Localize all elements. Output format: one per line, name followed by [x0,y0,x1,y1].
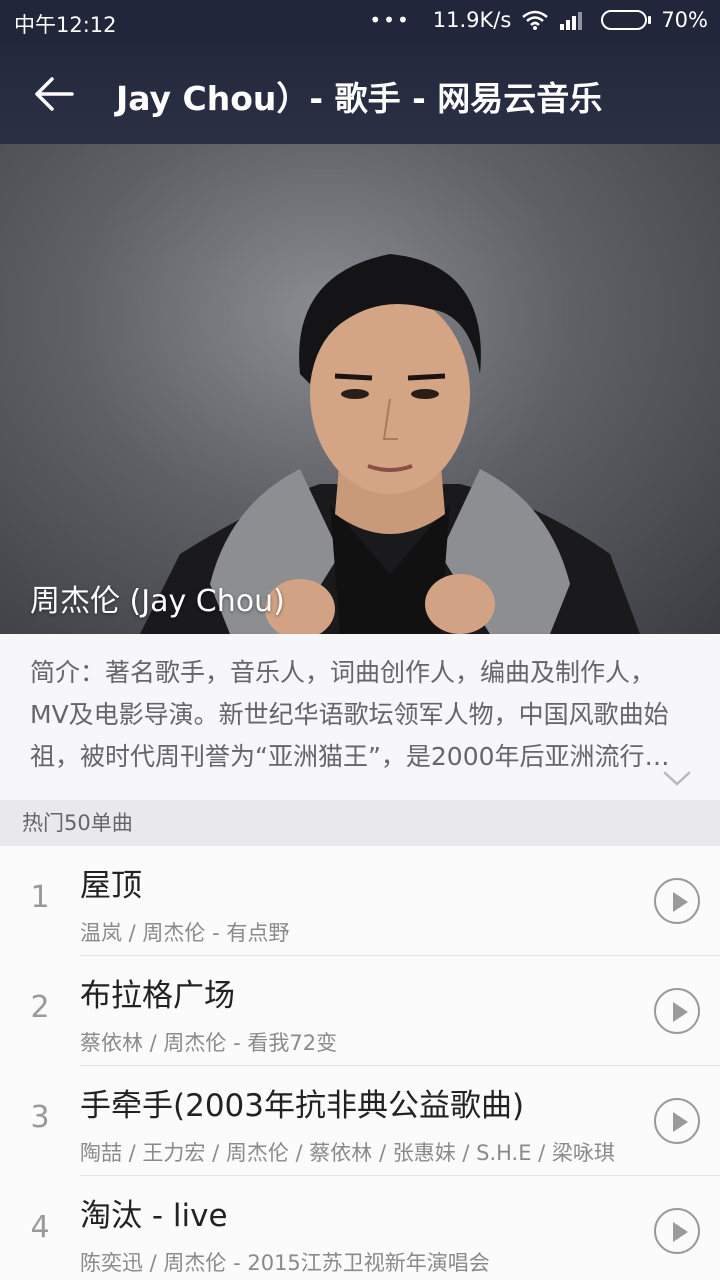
chevron-down-icon[interactable] [662,768,692,788]
song-list: 1 屋顶 温岚 / 周杰伦 - 有点野 2 布拉格广场 蔡依林 / 周杰伦 - … [0,846,720,1280]
status-right: ••• 11.9K/s 70% [369,8,708,32]
song-meta: 蔡依林 / 周杰伦 - 看我72变 [80,1031,338,1055]
song-index: 3 [30,1100,50,1135]
song-info: 布拉格广场 蔡依林 / 周杰伦 - 看我72变 [80,970,720,1066]
network-speed: 11.9K/s [432,8,512,32]
intro-text: 简介：著名歌手，音乐人，词曲创作人，编曲及制作人，MV及电影导演。新世纪华语歌坛… [30,658,670,771]
notification-dots: ••• [369,8,411,32]
song-title: 手牵手(2003年抗非典公益歌曲) [80,1088,525,1124]
battery-percent: 70% [661,8,708,32]
song-index: 2 [30,990,50,1025]
song-meta: 陶喆 / 王力宏 / 周杰伦 / 蔡依林 / 张惠妹 / S.H.E / 梁咏琪 [80,1141,615,1165]
play-circle-icon[interactable] [654,878,700,924]
artist-hero: 周杰伦 (Jay Chou) [0,144,720,634]
song-title: 淘汰 - live [80,1198,228,1234]
song-info: 手牵手(2003年抗非典公益歌曲) 陶喆 / 王力宏 / 周杰伦 / 蔡依林 /… [80,1080,720,1176]
song-info: 淘汰 - live 陈奕迅 / 周杰伦 - 2015江苏卫视新年演唱会 [80,1190,620,1280]
play-circle-icon[interactable] [654,1098,700,1144]
arrow-left-icon[interactable] [30,70,78,118]
wifi-icon [522,10,549,30]
hot-songs-header: 热门50单曲 [0,800,720,846]
song-index: 4 [30,1210,50,1245]
song-item[interactable]: 3 手牵手(2003年抗非典公益歌曲) 陶喆 / 王力宏 / 周杰伦 / 蔡依林… [0,1066,720,1176]
song-meta: 温岚 / 周杰伦 - 有点野 [80,921,290,945]
song-index: 1 [30,880,50,915]
song-item[interactable]: 1 屋顶 温岚 / 周杰伦 - 有点野 [0,846,720,956]
song-title: 布拉格广场 [80,978,235,1014]
play-circle-icon[interactable] [654,988,700,1034]
app-bar: Jay Chou）- 歌手 - 网易云音乐 [0,42,720,144]
artist-name: 周杰伦 (Jay Chou) [30,584,285,619]
song-title: 屋顶 [80,868,142,904]
song-info: 屋顶 温岚 / 周杰伦 - 有点野 [80,860,720,956]
song-item[interactable]: 4 淘汰 - live 陈奕迅 / 周杰伦 - 2015江苏卫视新年演唱会 [0,1176,720,1280]
status-bar: 中午12:12 ••• 11.9K/s 70% [0,0,720,42]
signal-icon [560,12,583,30]
battery-icon [601,10,652,30]
status-time: 中午12:12 [14,13,117,37]
artist-intro[interactable]: 简介：著名歌手，音乐人，词曲创作人，编曲及制作人，MV及电影导演。新世纪华语歌坛… [0,634,720,800]
song-item[interactable]: 2 布拉格广场 蔡依林 / 周杰伦 - 看我72变 [0,956,720,1066]
page-title: Jay Chou）- 歌手 - 网易云音乐 [116,79,603,118]
song-meta: 陈奕迅 / 周杰伦 - 2015江苏卫视新年演唱会 [80,1251,490,1275]
play-circle-icon[interactable] [654,1208,700,1254]
